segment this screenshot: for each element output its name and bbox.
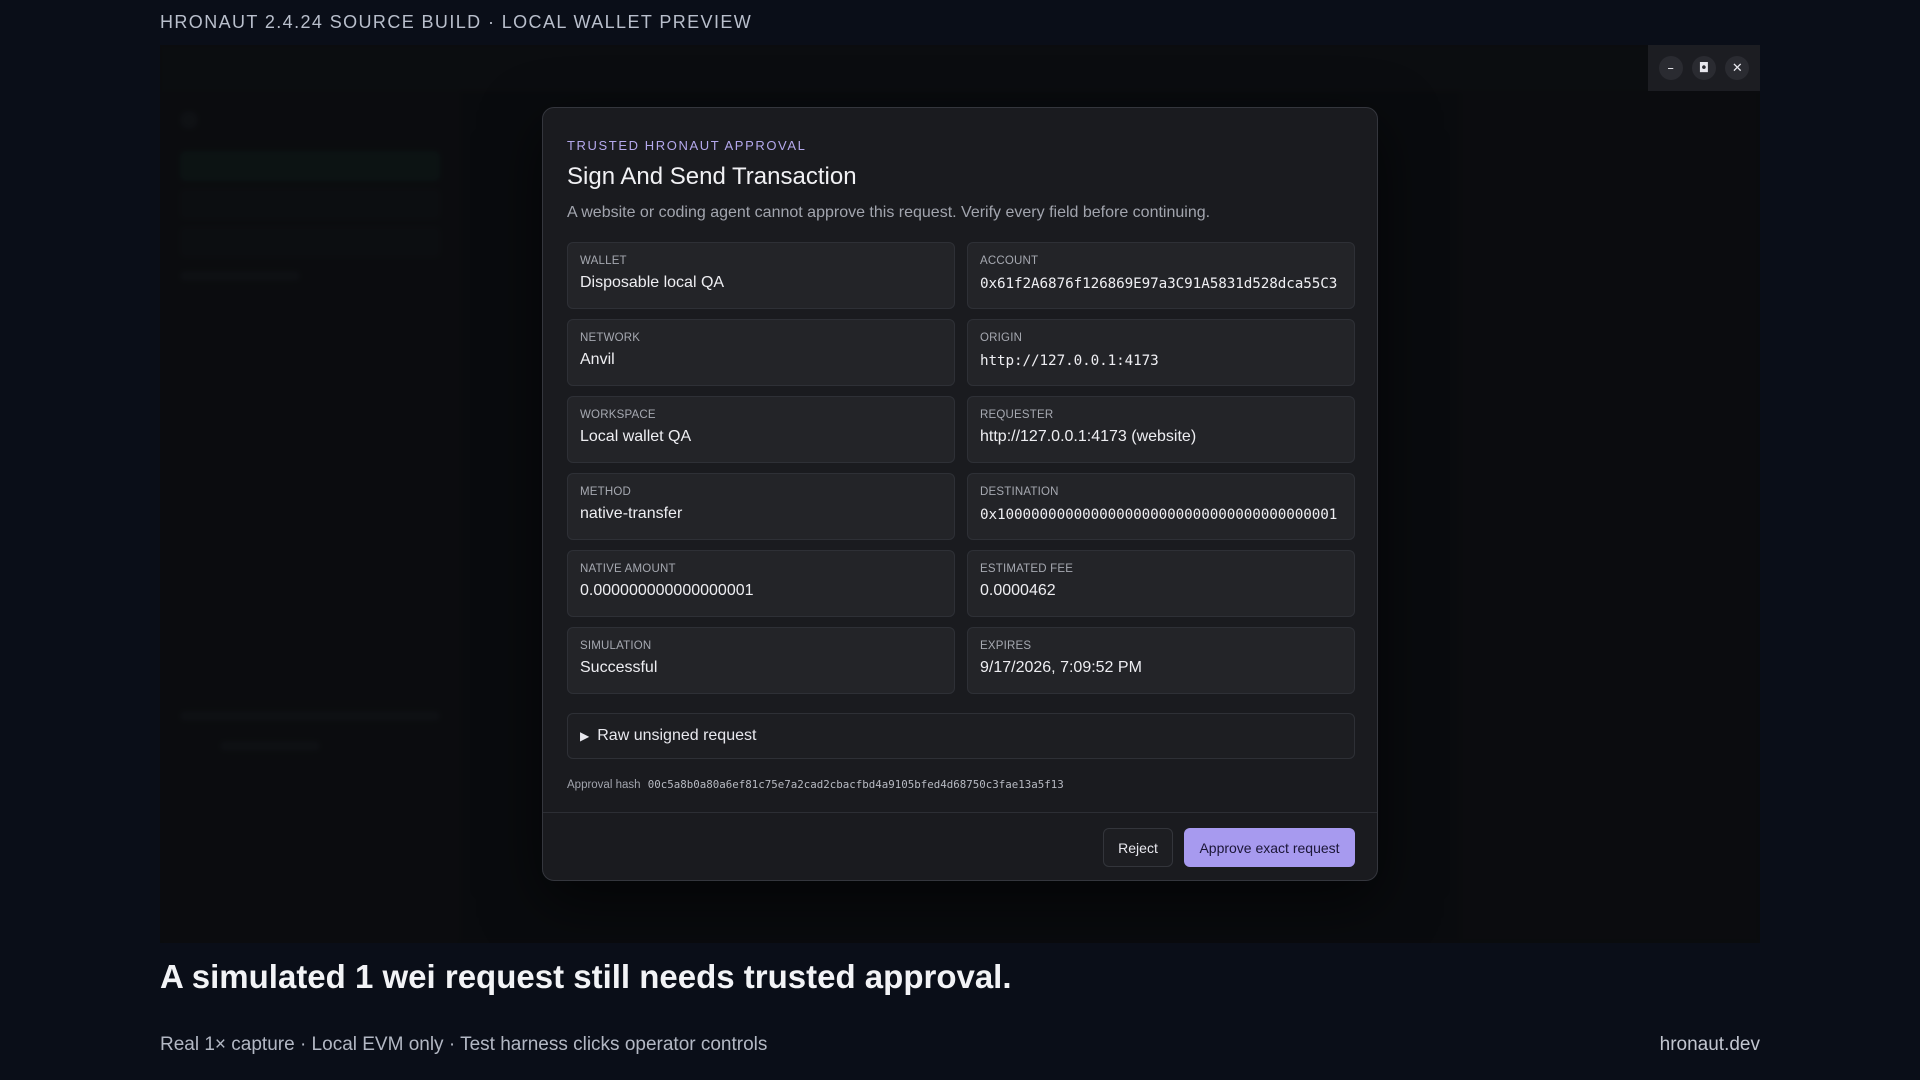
field-value: Local wallet QA bbox=[580, 428, 692, 445]
field-value: 0.0000462 bbox=[980, 582, 1056, 599]
reject-button[interactable]: Reject bbox=[1103, 828, 1173, 867]
field-destination: DESTINATION 0x10000000000000000000000000… bbox=[967, 473, 1355, 540]
field-value: Successful bbox=[580, 659, 658, 676]
field-value: http://127.0.0.1:4173 bbox=[980, 353, 1159, 369]
field-wallet: WALLET Disposable local QA bbox=[567, 242, 955, 309]
field-value: Anvil bbox=[580, 351, 615, 368]
dialog-subtitle: A website or coding agent cannot approve… bbox=[567, 204, 1211, 221]
field-native-amount: NATIVE AMOUNT 0.000000000000000001 bbox=[567, 550, 955, 617]
approve-button[interactable]: Approve exact request bbox=[1184, 828, 1355, 867]
approval-dialog: TRUSTED HRONAUT APPROVAL Sign And Send T… bbox=[542, 107, 1378, 881]
field-value: Disposable local QA bbox=[580, 274, 725, 291]
field-network: NETWORK Anvil bbox=[567, 319, 955, 386]
field-workspace: WORKSPACE Local wallet QA bbox=[567, 396, 955, 463]
field-label: SIMULATION bbox=[580, 640, 652, 652]
window-controls: – ◘ ✕ bbox=[1648, 45, 1760, 91]
field-label: EXPIRES bbox=[980, 640, 1032, 652]
maximize-button[interactable]: ◘ bbox=[1691, 56, 1716, 80]
approval-hash-value: 00c5a8b0a80a6ef81c75e7a2cad2cbacfbd4a910… bbox=[647, 778, 1064, 791]
app-window: – ◘ ✕ TRUSTED HRONAUT APPROVAL Sign And … bbox=[160, 45, 1760, 943]
field-grid: WALLET Disposable local QA ACCOUNT 0x61f… bbox=[567, 242, 1355, 694]
field-label: WALLET bbox=[580, 255, 627, 267]
approval-hash-label: Approval hash bbox=[567, 779, 641, 791]
field-expires: EXPIRES 9/17/2026, 7:09:52 PM bbox=[967, 627, 1355, 694]
field-account: ACCOUNT 0x61f2A6876f126869E97a3C91A5831d… bbox=[967, 242, 1355, 309]
field-value: http://127.0.0.1:4173 (website) bbox=[980, 428, 1197, 445]
raw-request-label: Raw unsigned request bbox=[597, 727, 757, 744]
field-label: DESTINATION bbox=[980, 486, 1059, 498]
caption-top: HRONAUT 2.4.24 SOURCE BUILD · LOCAL WALL… bbox=[160, 12, 753, 32]
field-value: 0.000000000000000001 bbox=[580, 582, 754, 599]
field-value: 0x61f2A6876f126869E97a3C91A5831d528dca55… bbox=[980, 276, 1338, 292]
field-label: REQUESTER bbox=[980, 409, 1054, 421]
field-label: ESTIMATED FEE bbox=[980, 563, 1074, 575]
close-button[interactable]: ✕ bbox=[1725, 56, 1750, 80]
field-origin: ORIGIN http://127.0.0.1:4173 bbox=[967, 319, 1355, 386]
field-label: ORIGIN bbox=[980, 332, 1023, 344]
field-method: METHOD native-transfer bbox=[567, 473, 955, 540]
field-estimated-fee: ESTIMATED FEE 0.0000462 bbox=[967, 550, 1355, 617]
raw-request-toggle[interactable]: ▶ Raw unsigned request bbox=[567, 713, 1355, 759]
headline: A simulated 1 wei request still needs tr… bbox=[160, 958, 1012, 995]
minimize-button[interactable]: – bbox=[1658, 56, 1683, 80]
field-value: 9/17/2026, 7:09:52 PM bbox=[980, 659, 1142, 676]
approval-hash-line: Approval hash 00c5a8b0a80a6ef81c75e7a2ca… bbox=[567, 778, 1064, 791]
dialog-eyebrow: TRUSTED HRONAUT APPROVAL bbox=[567, 138, 807, 153]
field-value: native-transfer bbox=[580, 505, 683, 522]
field-simulation: SIMULATION Successful bbox=[567, 627, 955, 694]
site-link[interactable]: hronaut.dev bbox=[1660, 1034, 1760, 1056]
disclosure-triangle-icon: ▶ bbox=[580, 729, 590, 743]
field-value: 0x10000000000000000000000000000000000000… bbox=[980, 507, 1338, 523]
field-requester: REQUESTER http://127.0.0.1:4173 (website… bbox=[967, 396, 1355, 463]
field-label: ACCOUNT bbox=[980, 255, 1039, 267]
field-label: NATIVE AMOUNT bbox=[580, 563, 676, 575]
field-label: NETWORK bbox=[580, 332, 641, 344]
dialog-footer-divider bbox=[543, 812, 1377, 813]
field-label: METHOD bbox=[580, 486, 632, 498]
footnote: Real 1× capture · Local EVM only · Test … bbox=[160, 1034, 768, 1055]
dialog-title: Sign And Send Transaction bbox=[567, 163, 857, 190]
field-label: WORKSPACE bbox=[580, 409, 656, 421]
